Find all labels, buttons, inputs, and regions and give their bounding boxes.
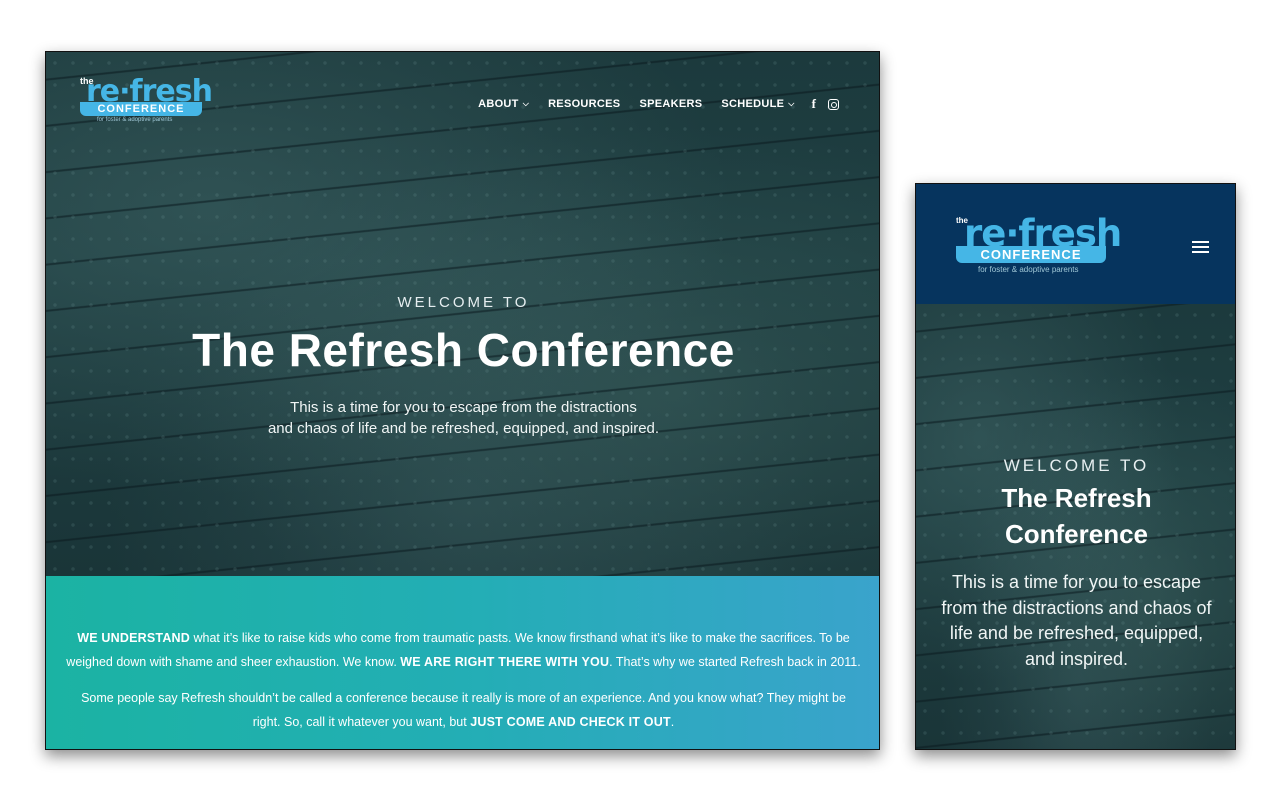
- intro-paragraph-1: WE UNDERSTAND what it’s like to raise ki…: [66, 626, 861, 674]
- intro-band: WE UNDERSTAND what it’s like to raise ki…: [46, 576, 879, 749]
- mobile-preview: the re·fresh CONFERENCE for foster & ado…: [915, 183, 1236, 750]
- hero-content: WELCOME TO The Refresh Conference This i…: [46, 294, 879, 439]
- nav-item-schedule[interactable]: SCHEDULE ⌵: [721, 98, 794, 110]
- hamburger-line: [1192, 246, 1209, 248]
- desktop-hero: the re·fresh CONFERENCE for foster & ado…: [46, 52, 879, 576]
- site-logo[interactable]: the re·fresh CONFERENCE for foster & ado…: [80, 74, 213, 126]
- main-nav: ABOUT ⌵ RESOURCES SPEAKERS SCHEDULE ⌵ f: [478, 96, 839, 112]
- chevron-down-icon: ⌵: [788, 99, 795, 108]
- body-text: . That’s why we started Refresh back in …: [609, 655, 861, 669]
- mobile-hero: WELCOME TO The Refresh Conference This i…: [916, 304, 1235, 749]
- hero-content: WELCOME TO The Refresh Conference This i…: [916, 456, 1235, 672]
- hero-lead-line: and chaos of life and be refreshed, equi…: [267, 420, 660, 437]
- hero-title: The Refresh Conference: [192, 324, 735, 376]
- hero-lead-line: This is a time for you to escape from th…: [290, 399, 637, 416]
- nav-item-label: ABOUT: [478, 98, 519, 110]
- hero-lead: This is a time for you to escape from th…: [941, 572, 1212, 669]
- hero-eyebrow: WELCOME TO: [1003, 456, 1150, 475]
- chevron-down-icon: ⌵: [522, 99, 530, 108]
- mockup-stage: the re·fresh CONFERENCE for foster & ado…: [0, 0, 1280, 800]
- body-text: Some people say Refresh shouldn’t be cal…: [81, 691, 846, 729]
- instagram-icon[interactable]: [828, 98, 839, 110]
- hero-title: The Refresh Conference: [916, 480, 1235, 552]
- hero-lead: This is a time for you to escape from th…: [46, 397, 879, 439]
- emphasis-text: WE ARE RIGHT THERE WITH YOU: [400, 655, 610, 669]
- hamburger-line: [1192, 251, 1209, 253]
- hero-title-line: The Refresh: [1001, 483, 1152, 513]
- facebook-icon[interactable]: f: [812, 96, 816, 112]
- mobile-header: the re·fresh CONFERENCE for foster & ado…: [916, 184, 1235, 304]
- emphasis-text: JUST COME AND CHECK IT OUT: [470, 715, 671, 729]
- logo-tagline: for foster & adoptive parents: [97, 117, 173, 123]
- nav-item-about[interactable]: ABOUT ⌵: [478, 98, 529, 110]
- nav-item-label: SPEAKERS: [639, 98, 703, 110]
- nav-item-label: RESOURCES: [548, 98, 621, 110]
- intro-paragraph-2: Some people say Refresh shouldn’t be cal…: [66, 686, 861, 734]
- logo-tagline: for foster & adoptive parents: [978, 265, 1079, 274]
- emphasis-text: WE UNDERSTAND: [77, 631, 190, 645]
- logo-conference: CONFERENCE: [80, 102, 202, 116]
- nav-item-resources[interactable]: RESOURCES: [548, 98, 620, 110]
- nav-item-speakers[interactable]: SPEAKERS: [639, 98, 702, 110]
- hero-eyebrow: WELCOME TO: [397, 294, 530, 311]
- logo-conference: CONFERENCE: [956, 246, 1106, 263]
- social-links: f: [812, 96, 839, 112]
- desktop-preview: the re·fresh CONFERENCE for foster & ado…: [45, 51, 880, 750]
- hero-title-line: Conference: [1004, 519, 1149, 549]
- hamburger-menu-icon[interactable]: [1192, 241, 1209, 254]
- body-text: .: [670, 715, 675, 729]
- hamburger-line: [1192, 241, 1209, 243]
- nav-item-label: SCHEDULE: [721, 98, 785, 110]
- site-logo[interactable]: the re·fresh CONFERENCE for foster & ado…: [956, 212, 1122, 274]
